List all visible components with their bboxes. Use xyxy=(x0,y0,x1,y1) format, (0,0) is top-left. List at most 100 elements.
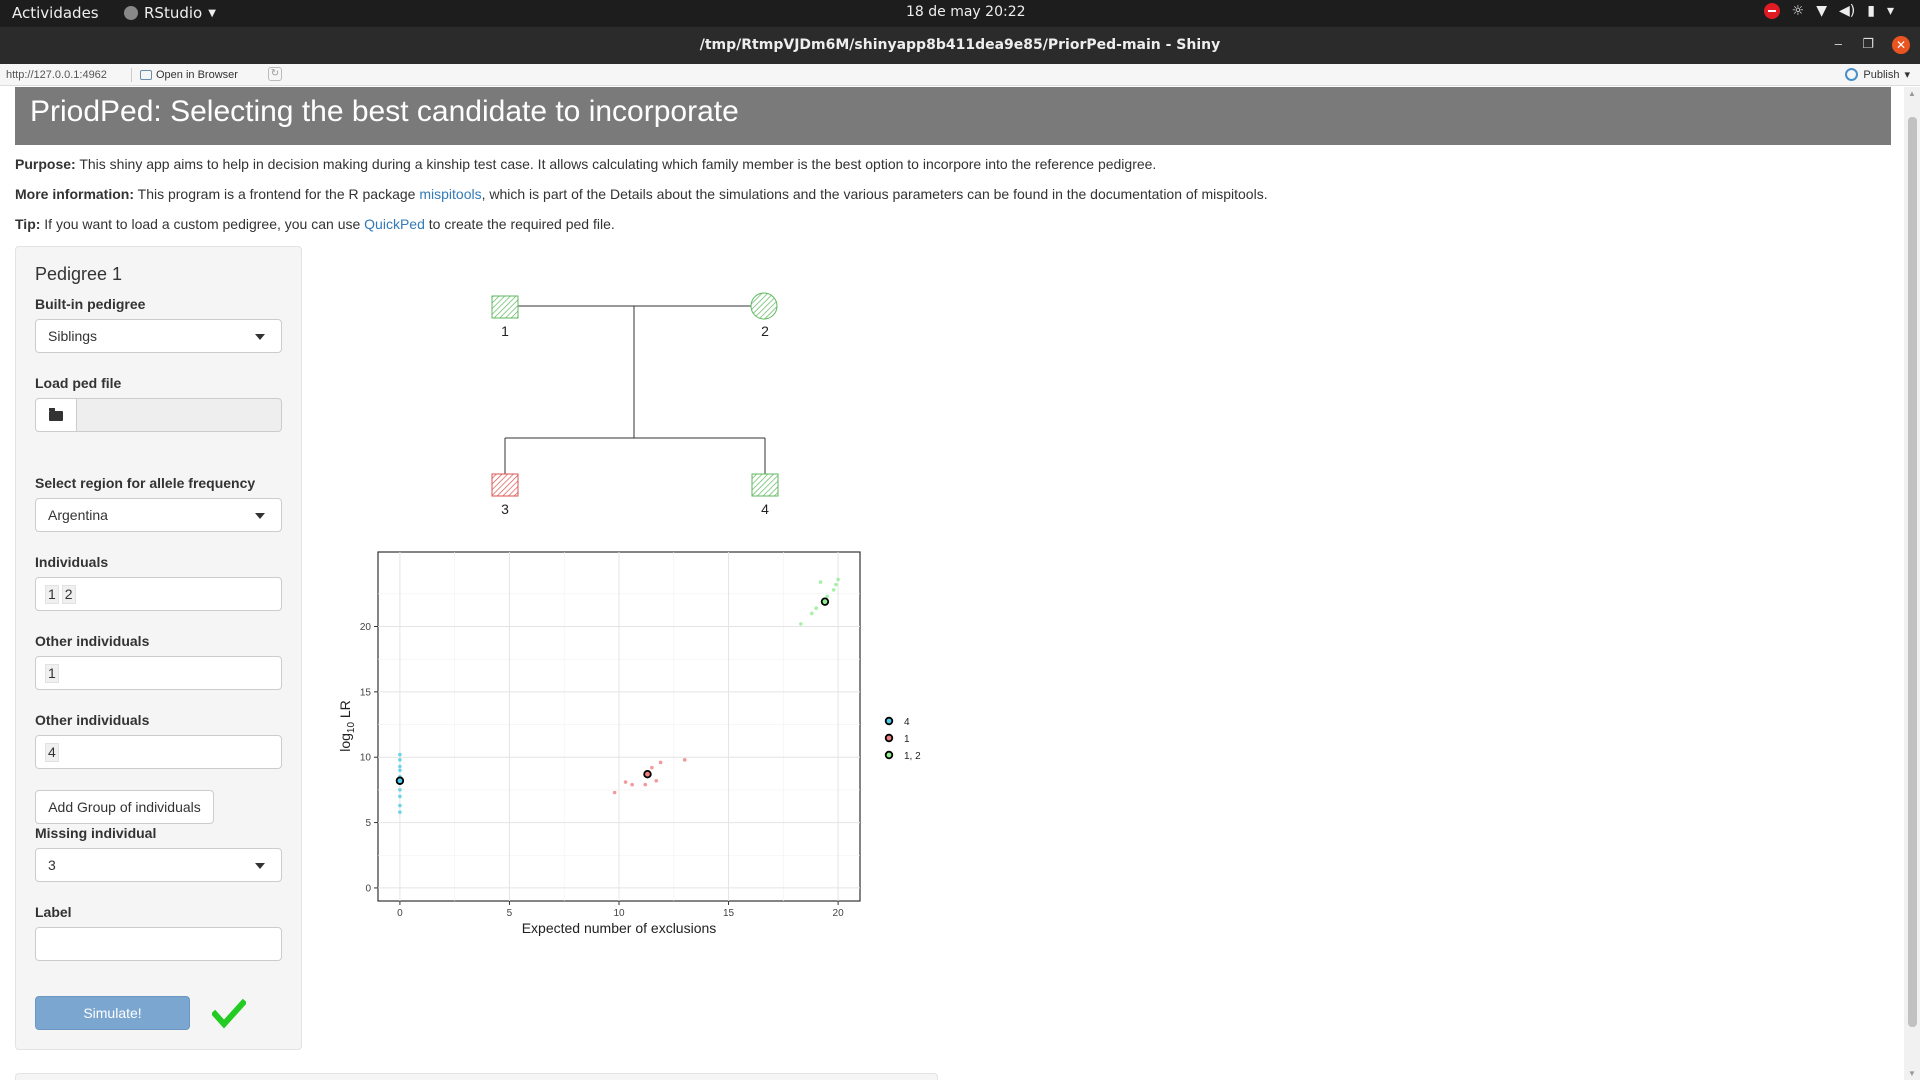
publish-icon xyxy=(1845,68,1859,81)
individuals-input[interactable]: 1 2 xyxy=(35,577,282,611)
pedigree-label-2: 2 xyxy=(761,323,769,339)
checkmark-icon xyxy=(212,999,246,1029)
pedigree-individual-3 xyxy=(491,473,519,497)
individual-token[interactable]: 1 xyxy=(45,585,59,604)
legend-key xyxy=(884,750,894,760)
tip-label: Tip: xyxy=(15,216,41,232)
data-point xyxy=(612,790,617,795)
system-tray[interactable]: ☼ ▼ ◀) ▮ ▾ xyxy=(1763,3,1894,19)
ped-file-name-field[interactable] xyxy=(76,398,282,432)
browse-button[interactable] xyxy=(35,398,77,432)
add-group-button[interactable]: Add Group of individuals xyxy=(35,790,214,824)
rstudio-icon xyxy=(124,6,138,20)
caret-down-icon xyxy=(255,863,265,869)
more-info-label: More information: xyxy=(15,186,134,202)
brightness-icon[interactable]: ☼ xyxy=(1792,3,1805,19)
purpose-label: Purpose: xyxy=(15,156,76,172)
other-individuals-input-2[interactable]: 4 xyxy=(35,735,282,769)
page-title: PriodPed: Selecting the best candidate t… xyxy=(15,87,1891,145)
pedigree-heading: Pedigree 1 xyxy=(35,264,123,284)
missing-individual-select[interactable]: 3 xyxy=(35,848,282,882)
other-individuals-label-2: Other individuals xyxy=(35,712,150,728)
chevron-down-icon: ▾ xyxy=(1904,69,1910,81)
toolbar-divider xyxy=(131,68,132,82)
activities-button[interactable]: Actividades xyxy=(12,4,99,22)
caret-down-icon xyxy=(255,513,265,519)
app-menu-label: RStudio xyxy=(144,4,203,22)
battery-icon[interactable]: ▮ xyxy=(1867,3,1875,19)
open-in-browser-button[interactable]: Open in Browser xyxy=(140,69,238,81)
individual-token[interactable]: 4 xyxy=(45,743,59,762)
viewer-toolbar: http://127.0.0.1:4962 Open in Browser ↻ … xyxy=(0,64,1920,86)
region-select[interactable]: Argentina xyxy=(35,498,282,532)
data-point xyxy=(630,782,634,787)
chart-legend: 4 1 1, 2 xyxy=(884,716,921,762)
y-axis-label: log10 LR xyxy=(337,700,357,752)
chevron-down-icon[interactable]: ▾ xyxy=(1887,3,1894,19)
y-tick-label: 10 xyxy=(360,753,372,764)
data-point xyxy=(398,794,402,799)
mean-point xyxy=(643,770,652,779)
x-tick-label: 0 xyxy=(397,908,403,919)
data-point xyxy=(818,580,823,584)
clock[interactable]: 18 de may 20:22 xyxy=(906,4,1026,20)
simulate-button[interactable]: Simulate! xyxy=(35,996,190,1030)
refresh-icon[interactable]: ↻ xyxy=(268,67,282,81)
data-point xyxy=(831,588,836,592)
vertical-scrollbar[interactable]: ▲ ▼ xyxy=(1904,87,1920,1080)
maximize-icon[interactable]: ❐ xyxy=(1862,36,1874,52)
publish-label: Publish xyxy=(1863,68,1900,81)
x-axis-label: Expected number of exclusions xyxy=(522,920,717,936)
legend-label: 1 xyxy=(904,734,910,745)
pedigree-individual-1 xyxy=(491,295,519,319)
label-input[interactable] xyxy=(35,927,282,961)
data-point xyxy=(836,577,840,582)
individual-token[interactable]: 2 xyxy=(61,585,76,604)
do-not-disturb-icon[interactable] xyxy=(1763,3,1780,19)
scrollbar-thumb[interactable] xyxy=(1908,117,1917,1027)
window-title-bar: /tmp/RtmpVJDm6M/shinyapp8b411dea9e85/Pri… xyxy=(0,27,1920,64)
mean-point xyxy=(820,597,830,606)
open-in-browser-label: Open in Browser xyxy=(156,69,238,81)
browser-icon xyxy=(140,70,152,80)
scroll-up-icon[interactable]: ▲ xyxy=(1908,89,1916,98)
legend-label: 4 xyxy=(904,717,910,728)
data-point xyxy=(658,760,663,765)
publish-button[interactable]: Publish ▾ xyxy=(1845,68,1910,81)
mispitools-link[interactable]: mispitools xyxy=(419,186,481,202)
individual-token[interactable]: 1 xyxy=(45,664,59,683)
quickped-link[interactable]: QuickPed xyxy=(364,216,425,232)
region-label: Select region for allele frequency xyxy=(35,475,256,491)
builtin-pedigree-select[interactable]: Siblings xyxy=(35,319,282,353)
data-point xyxy=(643,782,648,787)
pedigree-individual-4 xyxy=(751,473,779,497)
app-menu[interactable]: RStudio ▼ xyxy=(124,4,216,22)
data-point xyxy=(810,611,814,616)
scroll-down-icon[interactable]: ▼ xyxy=(1908,1069,1916,1078)
data-point xyxy=(799,622,803,626)
viewer-url[interactable]: http://127.0.0.1:4962 xyxy=(6,69,107,81)
purpose-text: This shiny app aims to help in decision … xyxy=(75,156,1157,172)
pedigree-label-3: 3 xyxy=(501,501,509,517)
data-point xyxy=(814,606,818,611)
ped-file-input[interactable] xyxy=(35,398,282,432)
minimize-icon[interactable]: – xyxy=(1835,36,1842,51)
data-point xyxy=(623,780,628,784)
other-individuals-input-1[interactable]: 1 xyxy=(35,656,282,690)
lower-panel-edge xyxy=(15,1073,938,1080)
label-field-label: Label xyxy=(35,904,72,920)
tip-text-1: If you want to load a custom pedigree, y… xyxy=(40,216,365,232)
lr-scatter-chart: 0 5 10 15 20 0 5 10 15 20 Expected number of excl… xyxy=(337,551,921,936)
builtin-pedigree-value: Siblings xyxy=(48,328,98,344)
x-tick-label: 20 xyxy=(833,908,845,919)
tip-paragraph: Tip: If you want to load a custom pedigr… xyxy=(15,216,615,232)
data-point xyxy=(398,758,402,762)
wifi-icon[interactable]: ▼ xyxy=(1816,3,1827,19)
data-point xyxy=(398,768,402,773)
y-tick-label: 20 xyxy=(360,622,372,633)
close-icon[interactable]: ✕ xyxy=(1892,36,1910,54)
other-individuals-label-1: Other individuals xyxy=(35,633,150,649)
y-tick-label: 15 xyxy=(360,687,372,698)
x-tick-label: 10 xyxy=(613,908,625,919)
volume-icon[interactable]: ◀) xyxy=(1839,3,1855,19)
